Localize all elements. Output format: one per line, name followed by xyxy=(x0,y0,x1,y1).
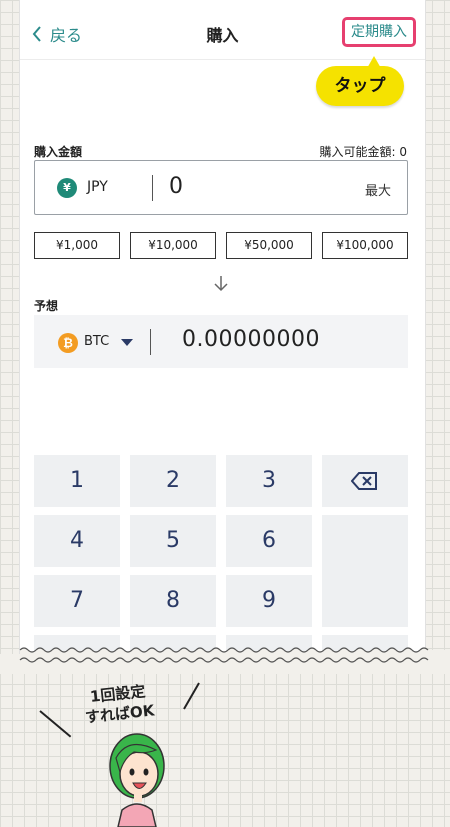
estimate-label: 予想 xyxy=(34,299,59,313)
key-2[interactable]: 2 xyxy=(130,455,216,507)
estimate-value: 0.00000000 xyxy=(182,327,320,352)
estimate-box: ₿ BTC 0.00000000 xyxy=(34,315,408,368)
character-illustration xyxy=(109,733,165,827)
preset-50000-button[interactable]: ¥50,000 xyxy=(226,232,312,259)
arrow-down-icon xyxy=(214,276,228,292)
bitcoin-icon: ₿ xyxy=(58,333,78,353)
emphasis-line-left xyxy=(39,710,72,738)
key-6[interactable]: 6 xyxy=(226,515,312,567)
key-7[interactable]: 7 xyxy=(34,575,120,627)
keypad-blank-key xyxy=(322,515,408,627)
available-amount: 購入可能金額: 0 xyxy=(319,145,408,159)
header: 戻る 購入 定期購入 xyxy=(20,0,425,60)
divider xyxy=(152,175,153,201)
key-5[interactable]: 5 xyxy=(130,515,216,567)
annotation-text: 1回設定 すればOK xyxy=(82,680,155,727)
amount-label: 購入金額 xyxy=(34,145,83,159)
key-4[interactable]: 4 xyxy=(34,515,120,567)
key-3[interactable]: 3 xyxy=(226,455,312,507)
tap-callout: タップ xyxy=(316,66,404,106)
preset-100000-button[interactable]: ¥100,000 xyxy=(322,232,408,259)
backspace-button[interactable] xyxy=(322,455,408,507)
key-9[interactable]: 9 xyxy=(226,575,312,627)
key-1[interactable]: 1 xyxy=(34,455,120,507)
key-8[interactable]: 8 xyxy=(130,575,216,627)
preset-10000-button[interactable]: ¥10,000 xyxy=(130,232,216,259)
scheduled-purchase-button[interactable]: 定期購入 xyxy=(342,17,416,47)
amount-value: 0 xyxy=(169,174,183,199)
caret-down-icon[interactable] xyxy=(121,339,133,347)
divider xyxy=(150,329,151,355)
max-button[interactable]: 最大 xyxy=(365,180,391,199)
currency-code: JPY xyxy=(87,179,108,195)
app-screen: 戻る 購入 定期購入 タップ 購入金額 購入可能金額: 0 ¥ JPY 0 最大… xyxy=(20,0,425,660)
backspace-icon xyxy=(350,472,377,490)
emphasis-line-right xyxy=(183,682,200,710)
preset-1000-button[interactable]: ¥1,000 xyxy=(34,232,120,259)
yen-icon: ¥ xyxy=(57,178,77,198)
coin-selector[interactable]: BTC xyxy=(84,334,109,349)
amount-input[interactable]: ¥ JPY 0 最大 xyxy=(34,160,408,215)
amount-label-row: 購入金額 購入可能金額: 0 xyxy=(34,143,407,160)
preset-amounts: ¥1,000 ¥10,000 ¥50,000 ¥100,000 xyxy=(34,232,408,259)
torn-edge xyxy=(0,647,450,674)
